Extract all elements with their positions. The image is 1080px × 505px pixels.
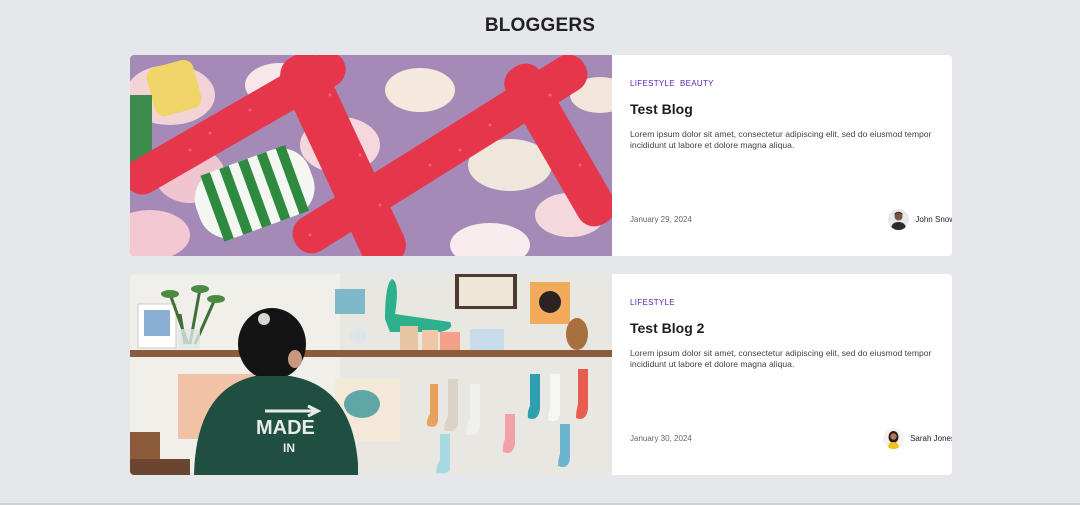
tag[interactable]: LIFESTYLE (630, 79, 675, 88)
blog-title[interactable]: Test Blog 2 (630, 320, 946, 336)
svg-text:IN: IN (283, 441, 295, 455)
blog-excerpt: Lorem ipsum dolor sit amet, consectetur … (630, 348, 932, 369)
author-name: John Snow (915, 215, 952, 224)
blog-card[interactable]: MADE IN LIFESTYLE Test Blog 2 Lorem ipsu… (130, 274, 952, 475)
tag[interactable]: BEAUTY (680, 79, 714, 88)
page-title: BLOGGERS (484, 15, 596, 36)
blog-excerpt: Lorem ipsum dolor sit amet, consectetur … (630, 129, 932, 150)
post-date: January 30, 2024 (630, 434, 692, 443)
author-name: Sarah Jones (910, 434, 952, 443)
blog-card-content: LIFESTYLE BEAUTY Test Blog Lorem ipsum d… (612, 55, 952, 256)
post-date: January 29, 2024 (630, 215, 692, 224)
blog-thumbnail-image[interactable]: MADE IN (130, 274, 612, 475)
author[interactable]: John Snow (888, 209, 952, 230)
author[interactable]: Sarah Jones (883, 428, 952, 449)
blog-thumbnail-image[interactable] (130, 55, 612, 256)
svg-text:MADE: MADE (256, 417, 315, 439)
tag-list: LIFESTYLE (630, 298, 946, 307)
blog-title[interactable]: Test Blog (630, 101, 946, 117)
blog-card-content: LIFESTYLE Test Blog 2 Lorem ipsum dolor … (612, 274, 952, 475)
tag-list: LIFESTYLE BEAUTY (630, 79, 946, 88)
tag[interactable]: LIFESTYLE (630, 298, 675, 307)
avatar (888, 209, 910, 230)
avatar (883, 428, 905, 449)
blog-card[interactable]: LIFESTYLE BEAUTY Test Blog Lorem ipsum d… (130, 55, 952, 256)
